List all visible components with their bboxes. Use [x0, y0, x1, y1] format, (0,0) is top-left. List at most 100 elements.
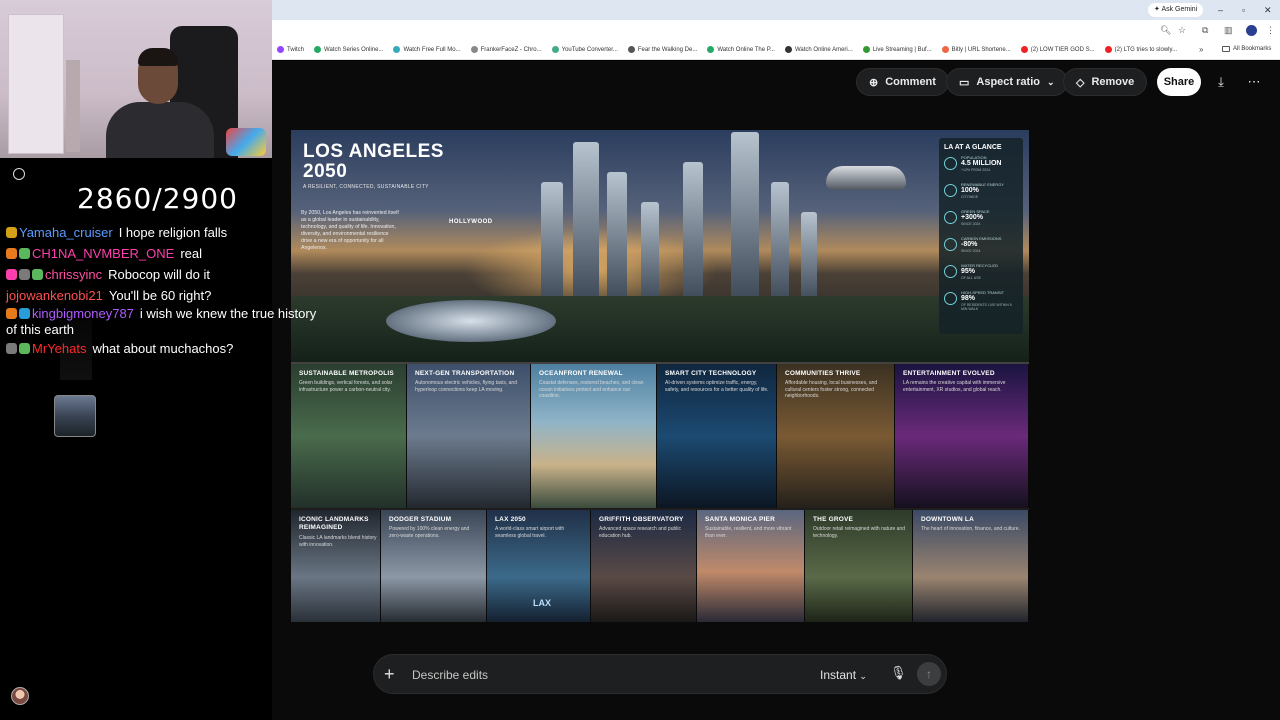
chat-username[interactable]: CH1NA_NVMBER_ONE — [32, 246, 174, 261]
chat-text: You'll be 60 right? — [108, 288, 212, 303]
user-avatar[interactable] — [11, 687, 29, 705]
bookmark-item[interactable]: Watch Online The P... — [702, 46, 780, 53]
stat-value: +300% — [961, 214, 983, 221]
more-options-icon[interactable]: ⋯ — [1244, 72, 1264, 92]
sidepanel-icon[interactable]: ▥ — [1224, 24, 1233, 36]
glance-stat: POPULATION 4.5 MILLION +12% FROM 2024 — [944, 155, 1018, 182]
extensions-icon[interactable]: ⧉ — [1202, 24, 1208, 36]
edit-prompt-bar: + Describe edits Instant ⌄ 🎙︎ ↑ — [373, 654, 947, 694]
maximize-icon[interactable]: ▫ — [1242, 3, 1245, 17]
chat-text: real — [180, 246, 203, 261]
microphone-icon[interactable]: 🎙︎ — [890, 665, 907, 681]
profile-avatar[interactable] — [1246, 25, 1257, 36]
bookmark-label: Watch Free Full Mo... — [403, 46, 461, 53]
chat-username[interactable]: chrissyinc — [45, 267, 102, 282]
bookmark-item[interactable]: Live Streaming | Buf... — [858, 46, 937, 53]
skyscraper — [607, 172, 627, 302]
glance-stat: HIGH-SPEED TRANSIT 98% OF RESIDENTS LIVE W… — [944, 290, 1018, 317]
poster-panel: NEXT-GEN TRANSPORTATION Autonomous electr… — [407, 364, 531, 508]
bookmark-item[interactable]: (2) LTG tries to slowly... — [1100, 46, 1182, 53]
chat-username[interactable]: MrYehats — [32, 341, 86, 356]
panel-title: GRIFFITH OBSERVATORY — [599, 516, 684, 523]
panel-title: DOWNTOWN LA — [921, 516, 974, 523]
hero-cityscape: LOS ANGELES 2050 A RESILIENT, CONNECTED,… — [291, 130, 1029, 362]
panel-title: NEXT-GEN TRANSPORTATION — [415, 370, 515, 377]
chat-text: I hope religion falls — [118, 225, 228, 240]
poster-title-line1: LOS ANGELES — [303, 141, 444, 162]
share-label: Share — [1163, 76, 1195, 88]
chat-badge-icon — [32, 269, 43, 280]
chat-text: what about muchachos? — [92, 341, 234, 356]
bookmark-item[interactable]: FrankerFaceZ - Chro... — [466, 46, 547, 53]
close-window-icon[interactable]: ✕ — [1264, 3, 1272, 17]
chat-badge-icon — [6, 343, 17, 354]
panel-text: Classic LA landmarks blend history with … — [299, 535, 377, 548]
prompt-input[interactable]: Describe edits — [412, 668, 488, 682]
bookmark-label: Live Streaming | Buf... — [872, 46, 932, 53]
bookmark-item[interactable]: Bitly | URL Shortene... — [937, 46, 1016, 53]
chat-username[interactable]: kingbigmoney787 — [32, 306, 134, 321]
star-icon[interactable]: ☆ — [1178, 24, 1186, 36]
all-bookmarks[interactable]: All Bookmarks — [1222, 46, 1271, 52]
favicon-icon — [784, 46, 792, 53]
panel-title: SANTA MONICA PIER — [705, 516, 775, 523]
bookmark-item[interactable]: Watch Series Online... — [309, 46, 388, 53]
mode-selector[interactable]: Instant ⌄ — [820, 668, 867, 682]
chat-badge-icon — [19, 269, 30, 280]
at-a-glance-panel: LA AT A GLANCE POPULATION 4.5 MILLION +12%… — [939, 138, 1023, 334]
bookmark-item[interactable]: Twitch — [272, 46, 309, 53]
stat-icon — [944, 292, 957, 305]
chat-bubble-icon — [13, 168, 25, 180]
more-bookmarks-icon[interactable]: » — [1199, 45, 1203, 54]
stat-sub: +12% FROM 2024 — [961, 168, 991, 172]
search-icon[interactable]: 🔍︎ — [1160, 24, 1171, 36]
panel-text: Green buildings, vertical forests, and s… — [299, 380, 393, 393]
browser-menu-icon[interactable]: ⋮ — [1266, 24, 1275, 36]
stat-icon — [944, 211, 957, 224]
panel-title: ENTERTAINMENT EVOLVED — [903, 370, 995, 377]
stat-sub: OF ALL USE — [961, 276, 981, 280]
comment-button[interactable]: ⊕ Comment — [856, 68, 949, 96]
stat-sub: SINCE 2024 — [961, 222, 981, 226]
bookmark-item[interactable]: Fear the Walking De... — [623, 46, 702, 53]
share-button[interactable]: Share — [1157, 68, 1201, 96]
bookmark-item[interactable]: Watch Free Full Mo... — [388, 46, 465, 53]
all-bookmarks-label: All Bookmarks — [1233, 46, 1272, 52]
pillow — [226, 128, 266, 156]
ask-gemini-button[interactable]: ✦ Ask Gemini — [1148, 3, 1204, 17]
chat-badge-icon — [6, 308, 17, 319]
bookmark-item[interactable]: YouTube Converter... — [547, 46, 623, 53]
favicon-icon — [707, 46, 715, 53]
poster-panel: COMMUNITIES THRIVE Affordable housing, lo… — [777, 364, 895, 508]
stat-content: RENEWABLE ENERGY 100% CITYWIDE — [961, 182, 1004, 199]
panel-title: DODGER STADIUM — [389, 516, 452, 523]
download-icon[interactable]: ⤓ — [1211, 72, 1231, 92]
glance-stat: CARBON EMISSIONS -80% SINCE 2024 — [944, 236, 1018, 263]
chat-badge-icon — [19, 308, 30, 319]
bookmark-label: (2) LTG tries to slowly... — [1114, 46, 1178, 53]
add-icon[interactable]: + — [384, 664, 395, 684]
comment-icon: ⊕ — [869, 76, 879, 89]
remove-button[interactable]: ◇ Remove — [1063, 68, 1148, 96]
chat-username[interactable]: jojowankenobi21 — [6, 288, 103, 303]
chat-badge-icon — [6, 269, 17, 280]
chat-badge-icon — [19, 343, 30, 354]
bookmark-label: Watch Series Online... — [324, 46, 384, 53]
minimize-icon[interactable]: – — [1218, 3, 1223, 17]
skyscraper — [771, 182, 789, 302]
lax-sign: LAX — [533, 598, 551, 608]
send-button[interactable]: ↑ — [917, 662, 941, 686]
glance-stat: WATER RECYCLED 95% OF ALL USE — [944, 263, 1018, 290]
bookmark-item[interactable]: Watch Online Ameri... — [780, 46, 858, 53]
ask-gemini-label: Ask Gemini — [1161, 6, 1198, 13]
generated-image[interactable]: LOS ANGELES 2050 A RESILIENT, CONNECTED,… — [291, 130, 1029, 622]
poster-subtitle: A RESILIENT, CONNECTED, SUSTAINABLE CITY — [303, 184, 429, 190]
image-thumbnail[interactable] — [54, 395, 96, 437]
chat-badge-icon — [19, 248, 30, 259]
chat-username[interactable]: Yamaha_cruiser — [19, 225, 113, 240]
aspect-ratio-button[interactable]: ▭ Aspect ratio ⌄ — [946, 68, 1068, 96]
bookmark-label: (2) LOW TIER GOD S... — [1030, 46, 1095, 53]
bookmark-item[interactable]: (2) LOW TIER GOD S... — [1016, 46, 1100, 53]
poster-panel: LAX 2050 A world-class smart airport with… — [487, 510, 591, 622]
bookmark-label: Twitch — [287, 46, 305, 53]
